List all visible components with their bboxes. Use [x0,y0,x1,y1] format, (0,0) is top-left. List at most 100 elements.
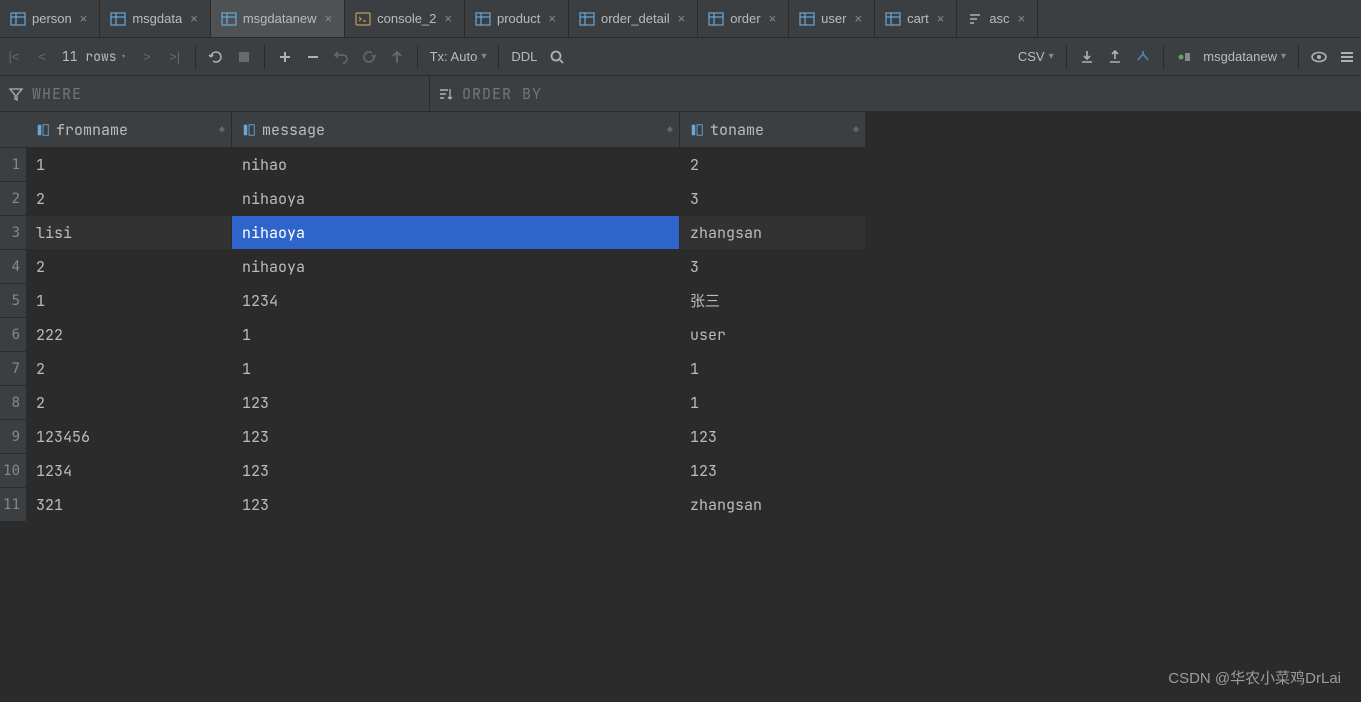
tx-mode-dropdown[interactable]: Tx: Auto ▾ [424,49,493,64]
prev-page-button[interactable]: < [28,43,56,71]
row-number[interactable]: 10 [0,454,26,488]
close-icon[interactable]: × [935,11,947,26]
cell-message[interactable]: nihaoya [232,182,680,215]
row-number[interactable]: 9 [0,420,26,454]
cell-fromname[interactable]: 222 [26,318,232,351]
sort-indicator-icon[interactable]: ◆ [219,123,225,136]
column-header-message[interactable]: message◆ [232,112,680,147]
table-row[interactable]: lisinihaoyazhangsan [26,216,866,250]
settings-button[interactable] [1333,43,1361,71]
cell-fromname[interactable]: 2 [26,386,232,419]
cell-toname[interactable]: 123 [680,420,866,453]
row-number[interactable]: 6 [0,318,26,352]
cell-toname[interactable]: 3 [680,250,866,283]
search-button[interactable] [543,43,571,71]
compare-button[interactable] [1129,43,1157,71]
orderby-input[interactable] [462,84,678,104]
tab-product[interactable]: product× [465,0,569,37]
table-row[interactable]: 1234123123 [26,454,866,488]
cell-toname[interactable]: user [680,318,866,351]
cell-toname[interactable]: zhangsan [680,488,866,521]
cell-fromname[interactable]: 2 [26,182,232,215]
tab-order_detail[interactable]: order_detail× [569,0,698,37]
tab-user[interactable]: user× [789,0,875,37]
next-page-button[interactable]: > [133,43,161,71]
close-icon[interactable]: × [442,11,454,26]
reload-button[interactable] [202,43,230,71]
cell-fromname[interactable]: 1234 [26,454,232,487]
where-input[interactable] [32,84,248,104]
tab-console_2[interactable]: console_2× [345,0,465,37]
table-row[interactable]: 321123zhangsan [26,488,866,522]
session-context-dropdown[interactable]: msgdatanew ▾ [1170,49,1292,65]
row-number[interactable]: 1 [0,148,26,182]
row-count-label[interactable]: 11 rows ▾ [56,48,133,65]
close-icon[interactable]: × [323,11,335,26]
cell-message[interactable]: nihaoya [232,250,680,283]
cell-message[interactable]: 123 [232,454,680,487]
cell-message[interactable]: nihao [232,148,680,181]
remove-row-button[interactable] [299,43,327,71]
import-button[interactable] [1101,43,1129,71]
row-number[interactable]: 3 [0,216,26,250]
cell-message[interactable]: 1 [232,318,680,351]
add-row-button[interactable] [271,43,299,71]
table-row[interactable]: 2221user [26,318,866,352]
sort-indicator-icon[interactable]: ◆ [853,123,859,136]
export-format-dropdown[interactable]: CSV ▾ [1012,49,1060,64]
close-icon[interactable]: × [546,11,558,26]
cell-toname[interactable]: 1 [680,352,866,385]
cell-fromname[interactable]: 2 [26,250,232,283]
cell-toname[interactable]: 123 [680,454,866,487]
cell-message[interactable]: 123 [232,488,680,521]
tab-cart[interactable]: cart× [875,0,957,37]
tab-order[interactable]: order× [698,0,789,37]
cell-fromname[interactable]: 123456 [26,420,232,453]
stop-button[interactable] [230,43,258,71]
row-number[interactable]: 7 [0,352,26,386]
table-row[interactable]: 1nihao2 [26,148,866,182]
view-button[interactable] [1305,43,1333,71]
cell-fromname[interactable]: 321 [26,488,232,521]
close-icon[interactable]: × [852,11,864,26]
table-row[interactable]: 11234张三 [26,284,866,318]
tab-asc[interactable]: asc× [957,0,1038,37]
ddl-button[interactable]: DDL [505,49,543,64]
row-number[interactable]: 4 [0,250,26,284]
table-row[interactable]: 21231 [26,386,866,420]
cell-toname[interactable]: 1 [680,386,866,419]
cell-fromname[interactable]: 1 [26,284,232,317]
cell-toname[interactable]: zhangsan [680,216,866,249]
close-icon[interactable]: × [1016,11,1028,26]
row-number[interactable]: 11 [0,488,26,522]
cell-toname[interactable]: 3 [680,182,866,215]
cell-message[interactable]: 1234 [232,284,680,317]
cell-message[interactable]: 123 [232,420,680,453]
first-page-button[interactable]: |< [0,43,28,71]
cell-toname[interactable]: 2 [680,148,866,181]
row-number[interactable]: 8 [0,386,26,420]
table-row[interactable]: 2nihaoya3 [26,182,866,216]
submit-button[interactable] [383,43,411,71]
sort-indicator-icon[interactable]: ◆ [667,123,673,136]
cell-fromname[interactable]: lisi [26,216,232,249]
revert-button[interactable] [327,43,355,71]
column-header-fromname[interactable]: fromname◆ [26,112,232,147]
row-number[interactable]: 5 [0,284,26,318]
tab-msgdata[interactable]: msgdata× [100,0,210,37]
close-icon[interactable]: × [78,11,90,26]
table-row[interactable]: 211 [26,352,866,386]
cell-message[interactable]: 1 [232,352,680,385]
export-button[interactable] [1073,43,1101,71]
row-number[interactable]: 2 [0,182,26,216]
close-icon[interactable]: × [188,11,200,26]
table-row[interactable]: 123456123123 [26,420,866,454]
cell-message[interactable]: nihaoya [232,216,680,249]
cell-fromname[interactable]: 1 [26,148,232,181]
tab-msgdatanew[interactable]: msgdatanew× [211,0,345,37]
close-icon[interactable]: × [676,11,688,26]
cell-fromname[interactable]: 2 [26,352,232,385]
last-page-button[interactable]: >| [161,43,189,71]
tab-person[interactable]: person× [0,0,100,37]
close-icon[interactable]: × [767,11,779,26]
